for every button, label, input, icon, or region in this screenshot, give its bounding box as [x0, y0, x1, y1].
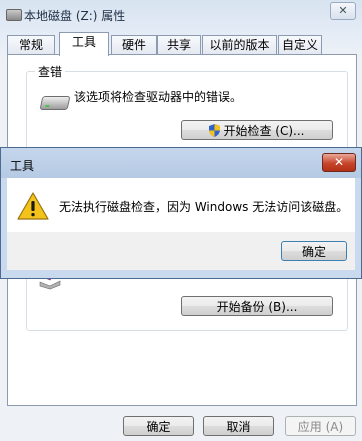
tab-sharing[interactable]: 共享: [157, 35, 201, 54]
start-check-label: 开始检查 (C)...: [223, 124, 305, 138]
error-dialog-footer: 确定: [7, 232, 355, 270]
error-check-group: 查错 该选项将检查驱动器中的错误。 开始检查 (C)...: [26, 63, 348, 151]
start-backup-button[interactable]: 开始备份 (B)...: [181, 296, 333, 316]
error-dialog: 工具 ✕ 无法执行磁盘检查，因为 Windows 无法访问该磁盘。 确定: [0, 147, 362, 279]
drive-icon: [6, 9, 22, 21]
warning-icon: [17, 192, 49, 220]
error-dialog-titlebar: 工具 ✕: [1, 148, 361, 178]
close-button[interactable]: ✕: [330, 2, 356, 20]
error-ok-button[interactable]: 确定: [281, 241, 347, 261]
tab-customize[interactable]: 自定义: [278, 35, 322, 54]
error-message: 无法执行磁盘检查，因为 Windows 无法访问该磁盘。: [59, 200, 349, 214]
window-title: 本地磁盘 (Z:) 属性: [24, 9, 126, 23]
error-dialog-close-button[interactable]: ✕: [322, 153, 356, 172]
error-dialog-body: 无法执行磁盘检查，因为 Windows 无法访问该磁盘。: [7, 178, 355, 232]
error-check-description: 该选项将检查驱动器中的错误。: [74, 90, 243, 104]
error-dialog-title: 工具: [10, 159, 35, 173]
hard-drive-icon: [39, 96, 71, 110]
tab-hardware[interactable]: 硬件: [111, 35, 157, 54]
ok-button[interactable]: 确定: [123, 416, 194, 436]
tab-previous-versions[interactable]: 以前的版本: [202, 35, 277, 54]
cancel-button[interactable]: 取消: [203, 416, 274, 436]
properties-titlebar: 本地磁盘 (Z:) 属性 ✕: [0, 0, 362, 30]
start-check-button[interactable]: 开始检查 (C)...: [181, 120, 333, 140]
error-check-group-title: 查错: [35, 63, 66, 80]
tab-general[interactable]: 常规: [7, 35, 55, 54]
apply-button[interactable]: 应用 (A): [285, 416, 356, 436]
tab-tools[interactable]: 工具: [59, 32, 109, 56]
uac-shield-icon: [209, 124, 221, 137]
tab-strip: 常规 工具 硬件 共享 以前的版本 自定义: [7, 32, 357, 56]
